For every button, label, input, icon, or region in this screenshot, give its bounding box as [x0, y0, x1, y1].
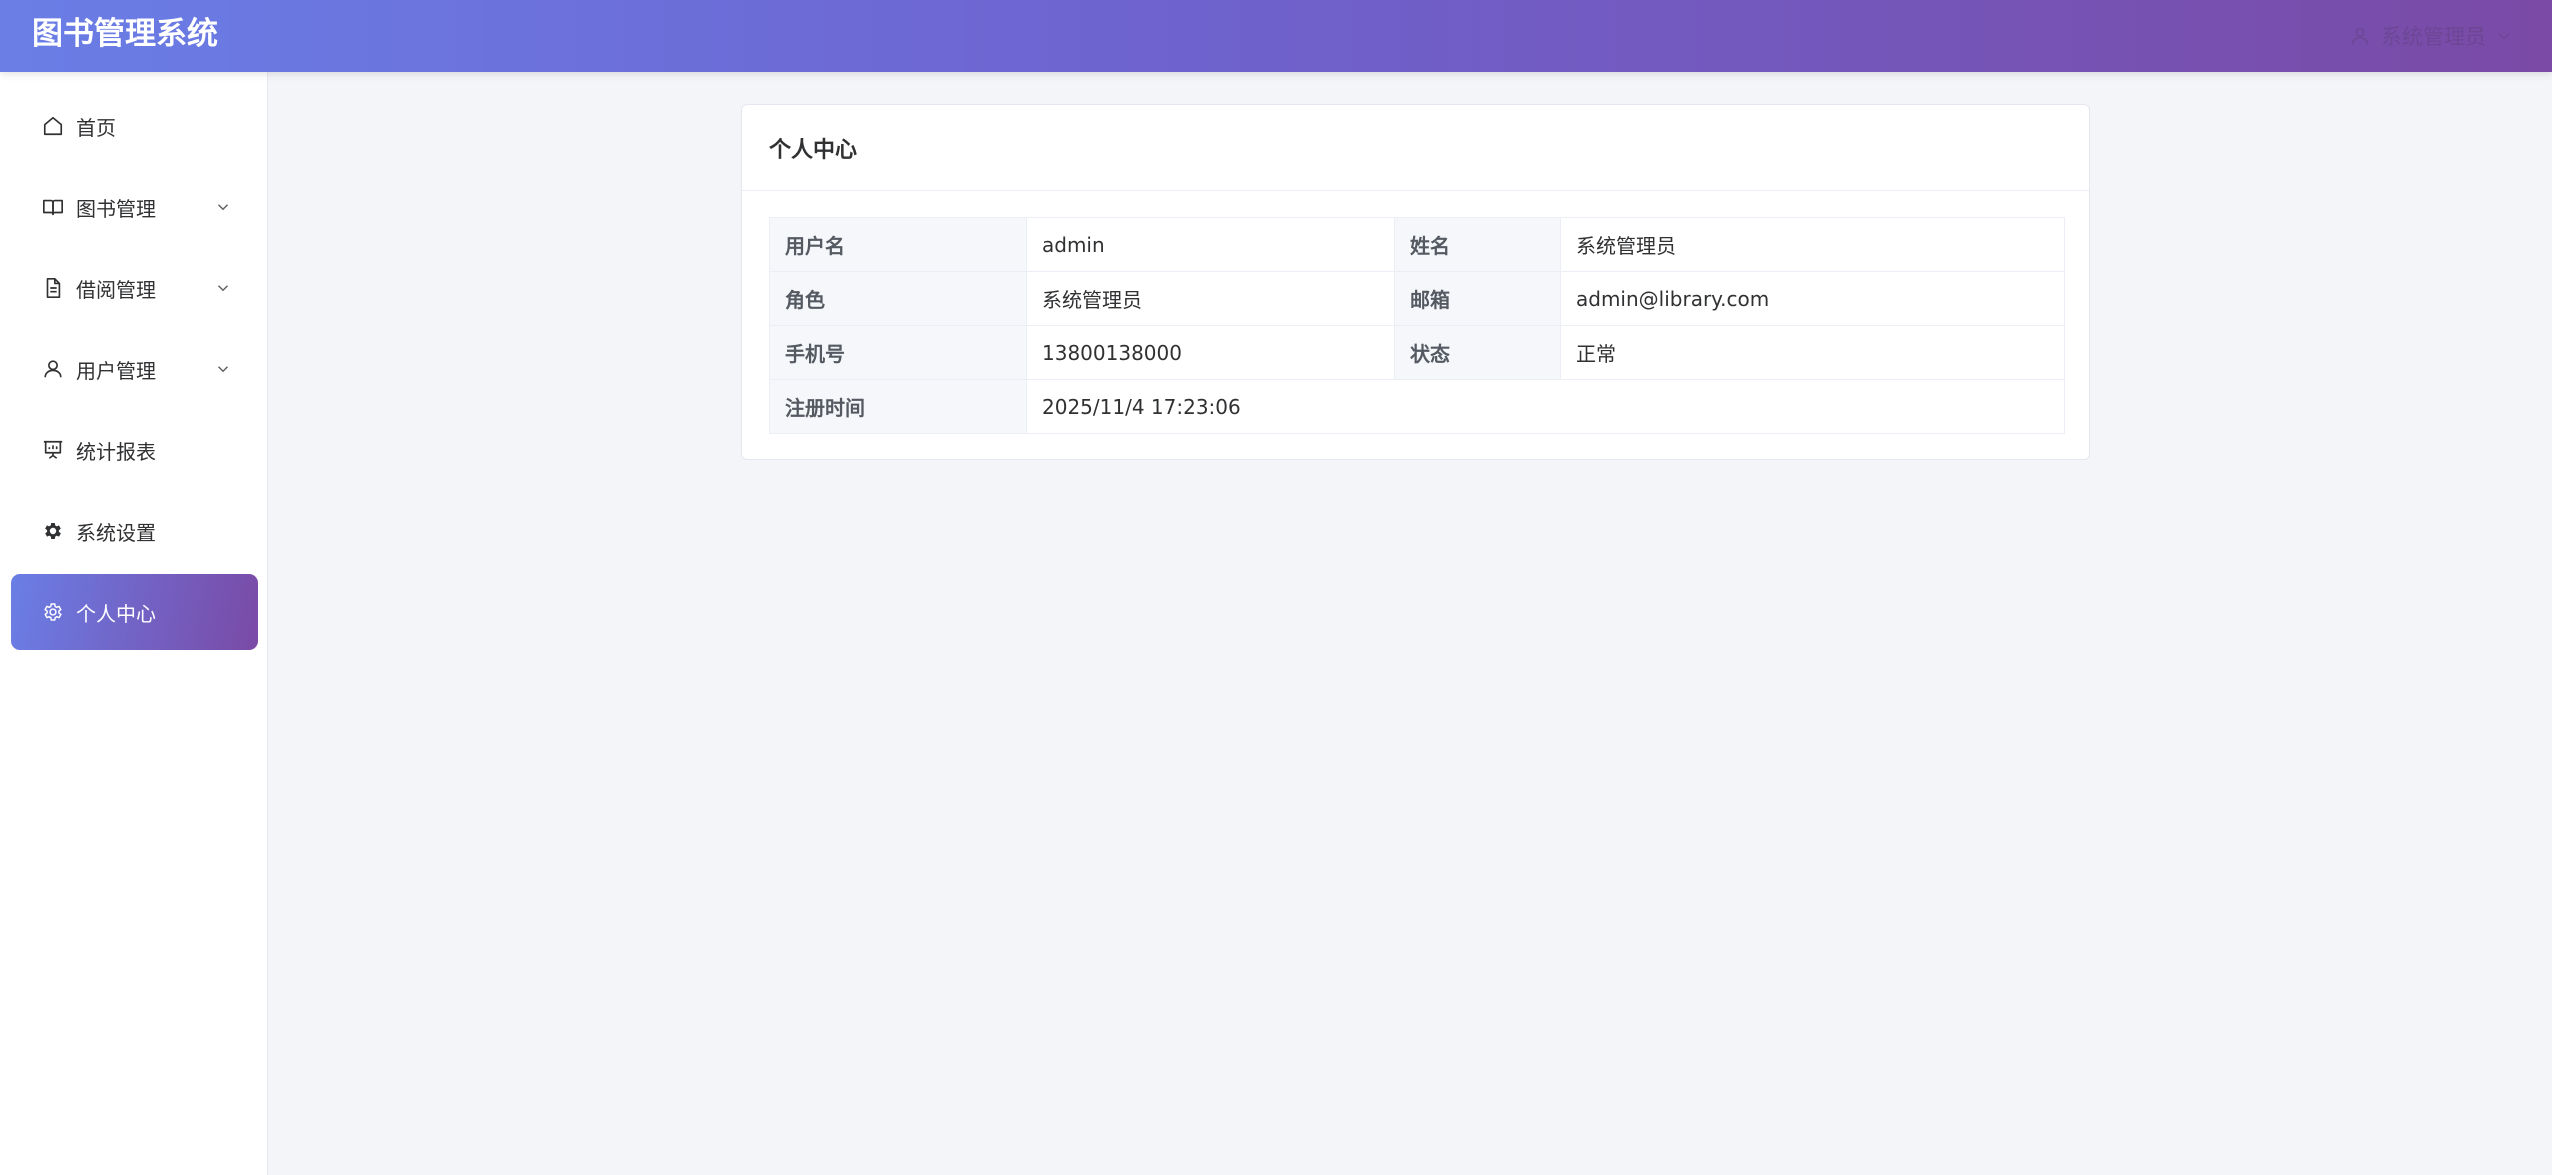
sidebar-item-label: 图书管理 — [76, 196, 156, 221]
table-row: 用户名 admin 姓名 系统管理员 — [769, 217, 2065, 272]
sidebar-item-label: 用户管理 — [76, 358, 156, 383]
presentation-chart-icon — [43, 440, 63, 459]
table-row: 手机号 13800138000 状态 正常 — [769, 325, 2065, 380]
username-value: admin — [1026, 217, 1395, 272]
sidebar-item-label: 个人中心 — [76, 601, 156, 626]
registered-value: 2025/11/4 17:23:06 — [1026, 379, 2065, 434]
card-header: 个人中心 — [742, 105, 2089, 191]
sidebar-item-label: 统计报表 — [76, 439, 156, 464]
phone-label: 手机号 — [769, 325, 1027, 380]
profile-card: 个人中心 用户名 admin 姓名 系统管理员 角色 系统管理员 邮箱 admi… — [741, 104, 2090, 460]
role-value: 系统管理员 — [1026, 271, 1395, 326]
email-label: 邮箱 — [1394, 271, 1561, 326]
sidebar-item-home[interactable]: 首页 — [11, 88, 258, 164]
sidebar-item-users[interactable]: 用户管理 — [11, 331, 258, 407]
phone-value: 13800138000 — [1026, 325, 1395, 380]
user-name: 系统管理员 — [2381, 25, 2486, 49]
registered-label: 注册时间 — [769, 379, 1027, 434]
sidebar-item-label: 借阅管理 — [76, 277, 156, 302]
status-label: 状态 — [1394, 325, 1561, 380]
name-label: 姓名 — [1394, 217, 1561, 272]
sidebar-item-borrow[interactable]: 借阅管理 — [11, 250, 258, 326]
sidebar-item-label: 系统设置 — [76, 520, 156, 545]
gear-outline-icon — [44, 603, 62, 621]
app-title: 图书管理系统 — [32, 16, 218, 52]
role-label: 角色 — [769, 271, 1027, 326]
user-icon — [2351, 27, 2369, 45]
chevron-down-icon[interactable] — [214, 279, 232, 297]
username-label: 用户名 — [769, 217, 1027, 272]
document-icon — [46, 278, 61, 298]
sidebar-item-label: 首页 — [76, 115, 116, 140]
book-icon — [43, 199, 63, 216]
user-menu[interactable]: 系统管理员 — [2349, 18, 2512, 54]
name-value: 系统管理员 — [1560, 217, 2065, 272]
sidebar-item-books[interactable]: 图书管理 — [11, 169, 258, 245]
gear-icon — [45, 523, 61, 539]
email-value: admin@library.com — [1560, 271, 2065, 326]
table-row: 注册时间 2025/11/4 17:23:06 — [769, 379, 2065, 434]
status-value: 正常 — [1560, 325, 2065, 380]
chevron-down-icon — [2498, 33, 2510, 40]
home-icon — [43, 116, 63, 136]
table-row: 角色 系统管理员 邮箱 admin@library.com — [769, 271, 2065, 326]
profile-details-table: 用户名 admin 姓名 系统管理员 角色 系统管理员 邮箱 admin@lib… — [769, 217, 2065, 434]
chevron-down-icon[interactable] — [214, 360, 232, 378]
sidebar-item-reports[interactable]: 统计报表 — [11, 412, 258, 488]
page-title: 个人中心 — [769, 137, 858, 163]
sidebar-item-profile[interactable]: 个人中心 — [11, 574, 258, 650]
sidebar-item-settings[interactable]: 系统设置 — [11, 493, 258, 569]
user-icon — [44, 360, 62, 378]
top-header: 图书管理系统 系统管理员 — [0, 0, 2552, 72]
chevron-down-icon[interactable] — [214, 198, 232, 216]
sidebar: 首页 图书管理 借阅管理 用户管理 统计报表 系统设置 个人中心 — [0, 72, 268, 1175]
